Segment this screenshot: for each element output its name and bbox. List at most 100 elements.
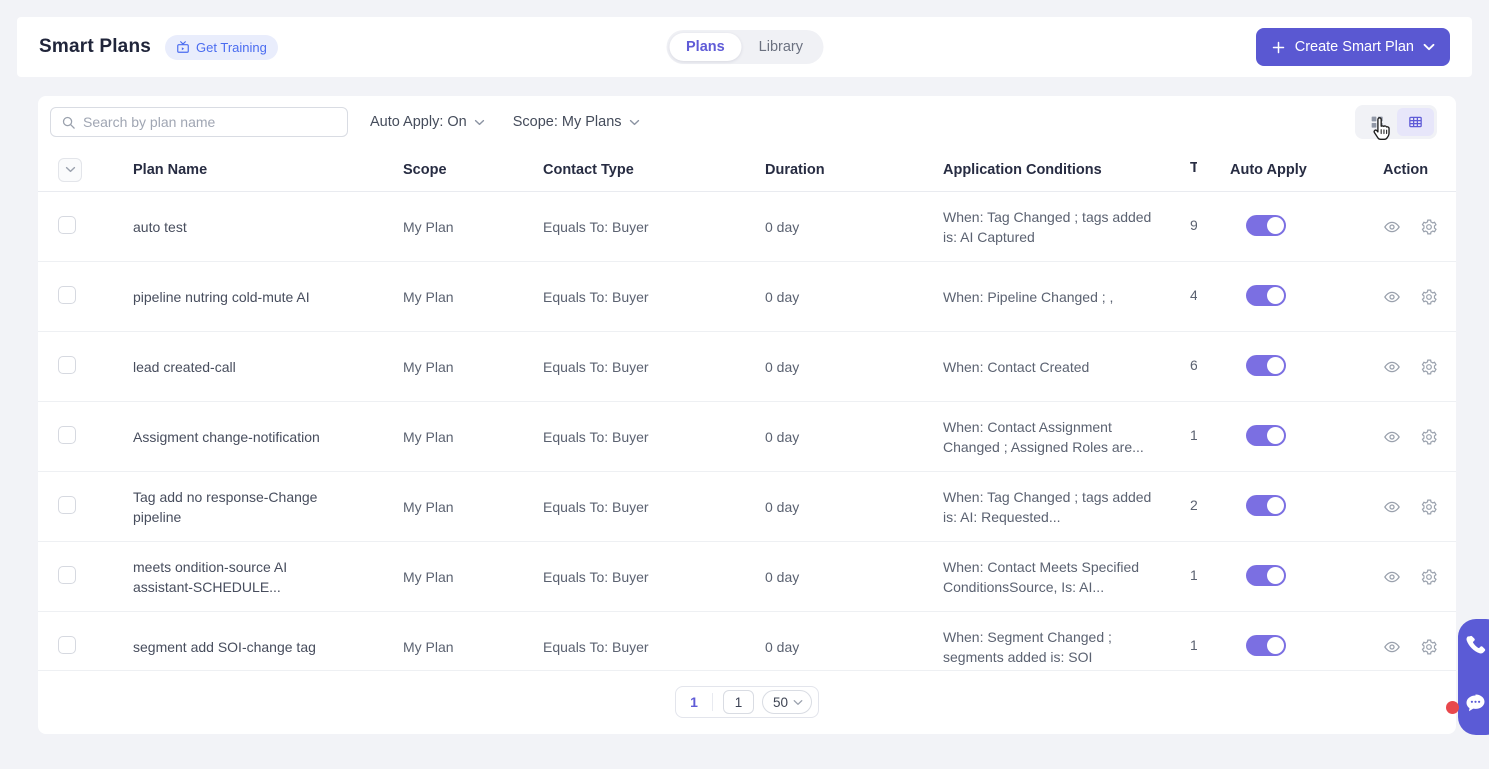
row-checkbox[interactable] (58, 636, 76, 654)
get-training-label: Get Training (196, 39, 267, 55)
chat-icon (1463, 691, 1488, 715)
create-smart-plan-button[interactable]: Create Smart Plan (1255, 28, 1450, 66)
plan-settings-button[interactable] (1420, 288, 1438, 306)
column-header-plan-name: Plan Name (133, 161, 208, 178)
application-conditions: When: Tag Changed ; tags added is: AI: R… (943, 488, 1152, 525)
table-view-icon (1407, 114, 1424, 130)
duration: 0 day (765, 428, 800, 445)
auto-apply-toggle[interactable] (1246, 284, 1286, 306)
create-smart-plan-label: Create Smart Plan (1294, 39, 1414, 55)
auto-apply-toggle[interactable] (1246, 354, 1286, 376)
search-box[interactable] (50, 107, 348, 137)
plan-settings-button[interactable] (1420, 358, 1438, 376)
page-jump-input[interactable] (722, 690, 754, 714)
auto-apply-toggle[interactable] (1246, 564, 1286, 586)
duration: 0 day (765, 498, 800, 515)
toggle-knob (1267, 426, 1284, 444)
search-input[interactable] (83, 114, 337, 130)
view-plan-button[interactable] (1383, 638, 1401, 656)
contact-type: Equals To: Buyer (543, 568, 649, 585)
plan-settings-button[interactable] (1420, 428, 1438, 446)
table-row: pipeline nutring cold-mute AI My Plan Eq… (38, 262, 1456, 332)
tab-library[interactable]: Library (742, 33, 820, 61)
notification-dot (1446, 701, 1459, 714)
auto-apply-toggle[interactable] (1246, 424, 1286, 446)
gear-icon (1420, 638, 1438, 656)
table-view-button[interactable] (1397, 108, 1434, 136)
tab-plans[interactable]: Plans (668, 33, 742, 61)
select-all-dropdown[interactable] (58, 157, 82, 182)
duration: 0 day (765, 218, 800, 235)
chevron-down-icon (629, 119, 640, 126)
scope-filter[interactable]: Scope: My Plans (513, 114, 640, 130)
plan-name[interactable]: meets ondition-source AI assistant-SCHED… (133, 557, 343, 597)
plan-settings-button[interactable] (1420, 218, 1438, 236)
application-conditions: When: Pipeline Changed ; , (943, 288, 1114, 305)
chat-button[interactable] (1463, 691, 1488, 715)
view-plan-button[interactable] (1383, 568, 1401, 586)
plan-name[interactable]: auto test (133, 217, 187, 237)
plan-name[interactable]: segment add SOI-change tag (133, 637, 316, 657)
page-size-select[interactable]: 50 (761, 690, 813, 714)
view-plan-button[interactable] (1383, 218, 1401, 236)
page-number[interactable]: 1 (676, 694, 712, 710)
pagination-divider (711, 693, 713, 711)
row-checkbox[interactable] (58, 356, 76, 374)
grid-view-button[interactable] (1358, 108, 1395, 136)
plan-scope: My Plan (403, 288, 454, 305)
search-icon (61, 115, 76, 130)
chevron-down-icon (793, 699, 803, 706)
table-footer: 1 50 (38, 670, 1456, 733)
view-plan-button[interactable] (1383, 288, 1401, 306)
gear-icon (1420, 358, 1438, 376)
duration: 0 day (765, 358, 800, 375)
eye-icon (1383, 288, 1401, 306)
gear-icon (1420, 428, 1438, 446)
plan-name[interactable]: Assigment change-notification (133, 427, 320, 447)
plan-settings-button[interactable] (1420, 568, 1438, 586)
contact-type: Equals To: Buyer (543, 358, 649, 375)
plan-scope: My Plan (403, 498, 454, 515)
table-header-row: Plan Name Scope Contact Type Duration Ap… (38, 148, 1456, 192)
view-plan-button[interactable] (1383, 358, 1401, 376)
plan-name[interactable]: lead created-call (133, 357, 236, 377)
row-checkbox[interactable] (58, 286, 76, 304)
eye-icon (1383, 638, 1401, 656)
page-title: Smart Plans (39, 36, 152, 57)
plan-settings-button[interactable] (1420, 498, 1438, 516)
truncated-count: 9 (1190, 217, 1197, 233)
contact-type: Equals To: Buyer (543, 218, 649, 235)
contact-type: Equals To: Buyer (543, 428, 649, 445)
toggle-knob (1267, 636, 1284, 654)
view-plan-button[interactable] (1383, 498, 1401, 516)
table-body: auto test My Plan Equals To: Buyer 0 day… (38, 192, 1456, 670)
filters-toolbar: Auto Apply: On Scope: My Plans (38, 96, 1456, 148)
auto-apply-toggle[interactable] (1246, 634, 1286, 656)
row-checkbox[interactable] (58, 566, 76, 584)
plan-name[interactable]: Tag add no response-Change pipeline (133, 487, 343, 527)
table-row: meets ondition-source AI assistant-SCHED… (38, 542, 1456, 612)
row-checkbox[interactable] (58, 426, 76, 444)
phone-button[interactable] (1463, 633, 1487, 657)
auto-apply-toggle[interactable] (1246, 214, 1286, 236)
table-row: Tag add no response-Change pipeline My P… (38, 472, 1456, 542)
toggle-knob (1267, 286, 1284, 304)
duration: 0 day (765, 568, 800, 585)
application-conditions: When: Contact Assignment Changed ; Assig… (943, 418, 1144, 455)
view-plan-button[interactable] (1383, 428, 1401, 446)
contact-type: Equals To: Buyer (543, 288, 649, 305)
application-conditions: When: Segment Changed ; segments added i… (943, 628, 1112, 665)
contact-type: Equals To: Buyer (543, 638, 649, 655)
plan-settings-button[interactable] (1420, 638, 1438, 656)
plan-name[interactable]: pipeline nutring cold-mute AI (133, 287, 310, 307)
row-checkbox[interactable] (58, 496, 76, 514)
auto-apply-toggle[interactable] (1246, 494, 1286, 516)
gear-icon (1420, 218, 1438, 236)
get-training-badge[interactable]: Get Training (165, 34, 278, 60)
view-mode-toggle (1355, 105, 1437, 139)
auto-apply-filter[interactable]: Auto Apply: On (370, 114, 485, 130)
eye-icon (1383, 218, 1401, 236)
plan-scope: My Plan (403, 568, 454, 585)
row-checkbox[interactable] (58, 216, 76, 234)
grid-view-icon (1369, 114, 1385, 130)
